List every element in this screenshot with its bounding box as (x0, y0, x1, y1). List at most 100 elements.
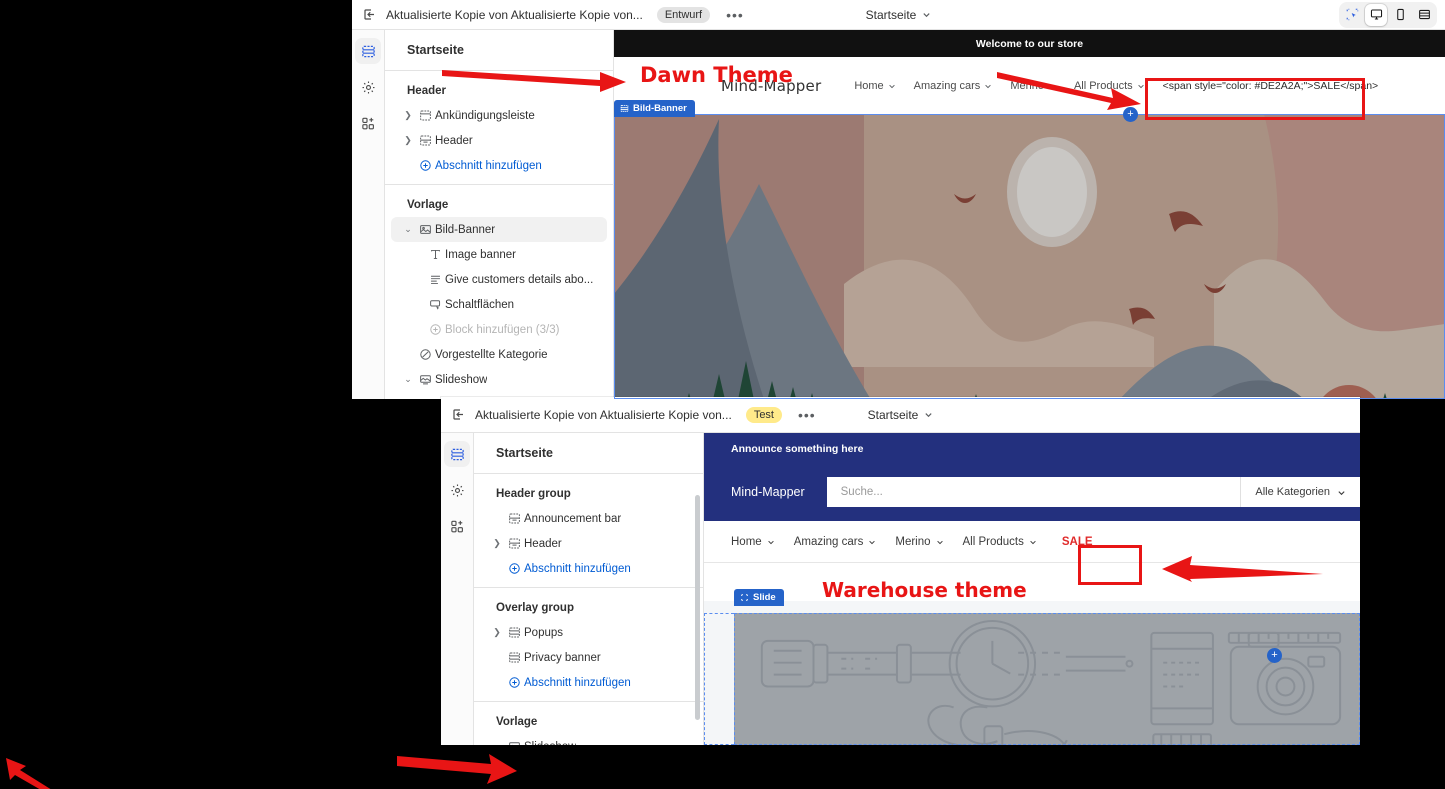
nav-item-home[interactable]: Home (731, 536, 775, 548)
sidebar-item-announcement-bar[interactable]: Announcement bar (480, 506, 697, 531)
plus-circle-icon (504, 676, 524, 689)
section-badge-bild-banner[interactable]: Bild-Banner (614, 100, 695, 117)
mobile-icon[interactable] (1389, 4, 1411, 26)
image-banner-icon (415, 223, 435, 236)
preview-announcement-bar-dawn[interactable]: Welcome to our store (614, 30, 1445, 57)
section-badge-label: Slide (753, 592, 776, 603)
section-icon (620, 104, 629, 113)
category-select-label: Alle Kategorien (1255, 486, 1330, 498)
sidebar-scrollbar-warehouse[interactable] (695, 495, 700, 720)
exit-icon[interactable] (441, 407, 475, 422)
arrow-bottom-right (397, 754, 517, 784)
sidebar-item-label: Ankündigungsleiste (435, 109, 535, 122)
chevron-down-icon (767, 540, 774, 544)
announcement-text: Welcome to our store (975, 37, 1084, 50)
sidebar-item-label: Image banner (445, 248, 516, 261)
sections-icon[interactable] (355, 38, 381, 64)
slide-image[interactable] (734, 613, 1360, 745)
chevron-down-icon (985, 84, 992, 88)
editor-rail-dawn (352, 30, 385, 399)
desktop-icon[interactable] (1365, 3, 1387, 26)
nav-item-amazing-cars[interactable]: Amazing cars (914, 80, 993, 92)
exit-icon[interactable] (352, 7, 386, 22)
button-icon (425, 298, 445, 311)
sidebar-item-label: Abschnitt hinzufügen (524, 676, 631, 689)
sidebar-item-label: Schaltflächen (445, 298, 515, 311)
nav-item-label: Amazing cars (793, 535, 864, 548)
sidebar-item-slideshow-wh[interactable]: ⌄ Slideshow (480, 734, 697, 745)
sidebar-item-header-wh[interactable]: ❯ Header (480, 531, 697, 556)
sidebar-item-label: Block hinzufügen (3/3) (445, 323, 560, 336)
more-options-button-warehouse[interactable]: ••• (798, 408, 816, 422)
settings-gear-icon[interactable] (355, 74, 381, 100)
full-width-icon[interactable] (1413, 4, 1435, 26)
chevron-down-icon[interactable]: ⌄ (401, 374, 415, 385)
chevron-down-icon[interactable]: ⌄ (490, 741, 504, 745)
sidebar-item-label: Popups (524, 626, 564, 639)
chevron-down-icon[interactable]: ⌄ (401, 224, 415, 235)
sidebar-group-header-group: Header group Announcement bar ❯ Header A… (474, 474, 703, 588)
editor-topbar-dawn: Aktualisierte Kopie von Aktualisierte Ko… (352, 0, 1445, 30)
sidebar-block-description[interactable]: Give customers details abo... (391, 267, 607, 292)
preview-slideshow-warehouse[interactable] (704, 601, 1360, 745)
annotation-label-warehouse: Warehouse theme (822, 578, 1027, 602)
chevron-down-icon (923, 13, 930, 18)
editor-topbar-warehouse: Aktualisierte Kopie von Aktualisierte Ko… (441, 397, 1360, 433)
more-options-button-dawn[interactable]: ••• (726, 8, 744, 22)
select-tool-icon[interactable] (1341, 4, 1363, 26)
add-section-plus-button-warehouse[interactable]: + (1267, 648, 1282, 663)
editor-sidebar-warehouse: Startseite Header group Announcement bar (474, 433, 704, 745)
apps-add-icon[interactable] (444, 513, 470, 539)
store-logo-warehouse[interactable]: Mind-Mapper (731, 485, 805, 499)
sidebar-item-label: Announcement bar (524, 512, 622, 525)
editor-rail-warehouse (441, 433, 474, 745)
category-select[interactable]: Alle Kategorien (1240, 477, 1360, 507)
nav-item-sale[interactable]: SALE (1062, 536, 1093, 548)
sidebar-item-popups[interactable]: ❯ Popups (480, 620, 697, 645)
nav-item-home[interactable]: Home (854, 80, 895, 92)
nav-item-merino[interactable]: Merino (895, 536, 943, 548)
editor-title-dawn: Aktualisierte Kopie von Aktualisierte Ko… (386, 7, 643, 22)
preview-image-banner-dawn[interactable] (614, 114, 1445, 399)
collection-icon (415, 348, 435, 361)
search-bar-warehouse[interactable]: Suche... Alle Kategorien (826, 477, 1360, 507)
sections-icon[interactable] (444, 441, 470, 467)
sidebar-item-slideshow[interactable]: ⌄ Slideshow (391, 367, 607, 392)
section-badge-slide[interactable]: Slide (734, 589, 784, 606)
sidebar-item-privacy-banner[interactable]: Privacy banner (480, 645, 697, 670)
chevron-right-icon[interactable]: ❯ (490, 538, 504, 549)
plus-circle-icon (504, 562, 524, 575)
screenshot-stage: Aktualisierte Kopie von Aktualisierte Ko… (0, 0, 1445, 789)
chevron-right-icon[interactable]: ❯ (490, 627, 504, 638)
slideshow-icon (415, 373, 435, 386)
sidebar-add-section-header-group[interactable]: Abschnitt hinzufügen (480, 556, 697, 581)
sidebar-item-vorgestellte-kategorie[interactable]: Vorgestellte Kategorie (391, 342, 607, 367)
sidebar-group-label-vorlage-wh: Vorlage (496, 716, 538, 728)
settings-gear-icon[interactable] (444, 477, 470, 503)
apps-add-icon[interactable] (355, 110, 381, 136)
landscape-illustration (614, 114, 1445, 399)
chevron-right-icon[interactable]: ❯ (401, 135, 415, 146)
nav-item-all-products[interactable]: All Products (963, 536, 1037, 548)
nav-item-raw-code-sale[interactable]: <span style="color: #DE2A2A;">SALE</span… (1163, 80, 1379, 92)
preview-announcement-bar-warehouse[interactable]: Announce something here (704, 433, 1360, 465)
sidebar-group-overlay-group: Overlay group ❯ Popups Privacy banner Ab… (474, 588, 703, 702)
nav-item-label: Home (854, 79, 884, 92)
chevron-right-icon[interactable]: ❯ (401, 110, 415, 121)
sidebar-block-image-banner[interactable]: Image banner (391, 242, 607, 267)
sidebar-add-section-overlay-group[interactable]: Abschnitt hinzufügen (480, 670, 697, 695)
theme-preview-warehouse: Announce something here Mind-Mapper Such… (704, 433, 1360, 745)
sidebar-add-section-header[interactable]: Abschnitt hinzufügen (391, 153, 607, 178)
arrow-to-sidebar-header (442, 70, 626, 92)
plus-circle-icon (415, 159, 435, 172)
sidebar-item-bild-banner[interactable]: ⌄ Bild-Banner (391, 217, 607, 242)
sidebar-item-label: Slideshow (435, 373, 488, 386)
sidebar-add-block: Block hinzufügen (3/3) (391, 317, 607, 342)
announcement-bar-icon (504, 651, 524, 664)
sidebar-item-ankuendigungsleiste[interactable]: ❯ Ankündigungsleiste (391, 103, 607, 128)
sidebar-item-header[interactable]: ❯ Header (391, 128, 607, 153)
nav-item-amazing-cars[interactable]: Amazing cars (794, 536, 877, 548)
arrow-to-sale-code (997, 72, 1141, 110)
sidebar-block-schaltflaechen[interactable]: Schaltflächen (391, 292, 607, 317)
products-line-illustration (760, 619, 1342, 745)
